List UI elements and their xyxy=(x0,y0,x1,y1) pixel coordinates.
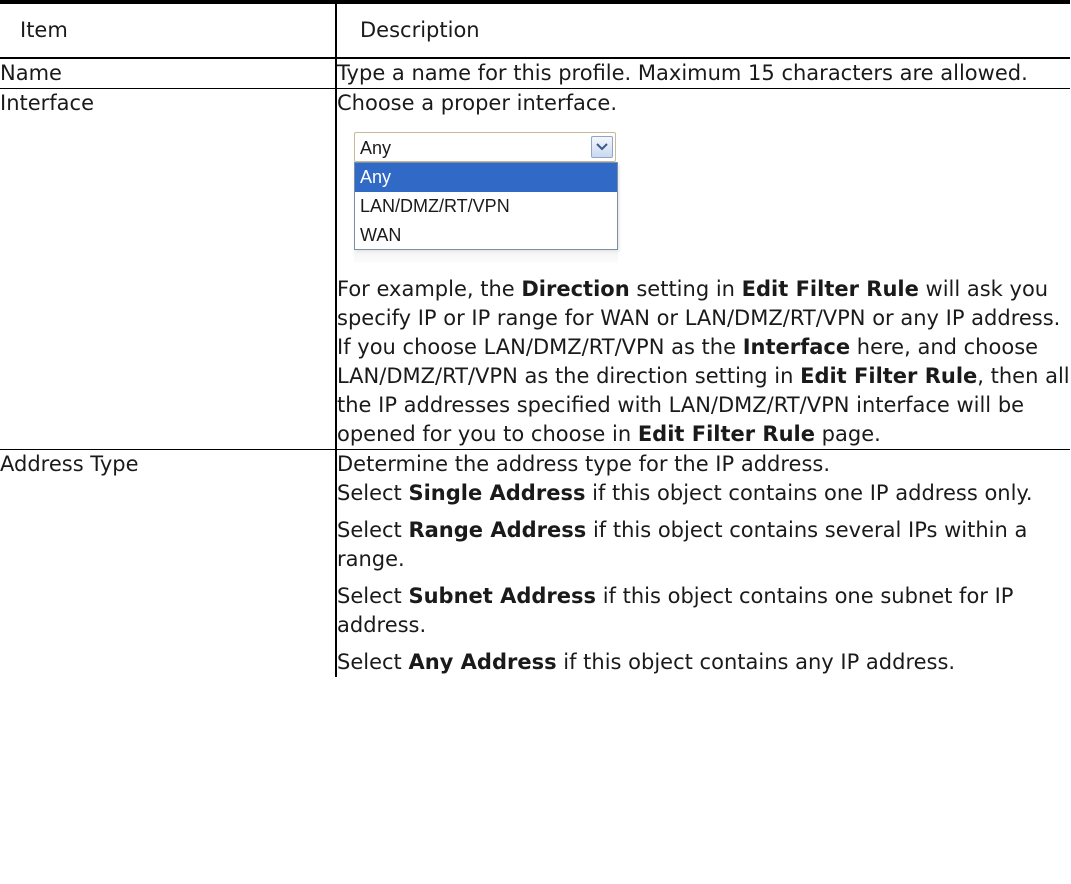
option-any[interactable]: Any xyxy=(355,163,617,192)
text-part: setting in xyxy=(629,277,742,301)
subnet-address-text: Select Subnet Address if this object con… xyxy=(337,582,1070,640)
table-row-address-type: Address Type Determine the address type … xyxy=(0,449,1070,677)
bold-term: Interface xyxy=(742,335,851,359)
table-header: Item Description xyxy=(0,0,1070,59)
interface-options-list: Any LAN/DMZ/RT/VPN WAN xyxy=(354,162,618,250)
name-description: Type a name for this profile. Maximum 15… xyxy=(337,61,1028,85)
item-interface: Interface xyxy=(0,88,336,450)
desc-name: Type a name for this profile. Maximum 15… xyxy=(335,58,1070,89)
header-item: Item xyxy=(0,0,336,59)
table-row-name: Name Type a name for this profile. Maxim… xyxy=(0,58,1070,89)
text-part: Select xyxy=(337,650,409,674)
text-part: page. xyxy=(815,422,881,446)
text-part: Select xyxy=(337,518,409,542)
dropdown-shadow xyxy=(354,251,618,263)
bold-term: Edit Filter Rule xyxy=(741,277,919,301)
interface-example: For example, the Direction setting in Ed… xyxy=(337,275,1070,449)
option-lan-dmz-rt-vpn[interactable]: LAN/DMZ/RT/VPN xyxy=(355,192,617,221)
bold-term: Edit Filter Rule xyxy=(800,364,978,388)
table-row-interface: Interface Choose a proper interface. Any… xyxy=(0,88,1070,450)
bold-term: Direction xyxy=(521,277,630,301)
interface-select[interactable]: Any xyxy=(354,132,616,162)
text-part: Select xyxy=(337,481,409,505)
bold-term: Range Address xyxy=(408,518,587,542)
item-address-type: Address Type xyxy=(0,452,139,476)
single-address-text: Select Single Address if this object con… xyxy=(337,479,1070,508)
any-address-text: Select Any Address if this object contai… xyxy=(337,648,1070,677)
header-description: Description xyxy=(335,0,1070,59)
address-intro: Determine the address type for the IP ad… xyxy=(337,452,831,476)
text-part: For example, the xyxy=(337,277,522,301)
bold-term: Any Address xyxy=(408,650,557,674)
range-address-text: Select Range Address if this object cont… xyxy=(337,516,1070,574)
desc-interface: Choose a proper interface. Any Any LAN/D… xyxy=(335,88,1070,450)
text-part: Select xyxy=(337,584,409,608)
description-table: Item Description Name Type a name for th… xyxy=(0,0,1070,677)
text-part: if this object contains any IP address. xyxy=(556,650,956,674)
item-name: Name xyxy=(0,58,336,89)
option-wan[interactable]: WAN xyxy=(355,221,617,250)
desc-address-type: Determine the address type for the IP ad… xyxy=(335,449,1070,677)
bold-term: Edit Filter Rule xyxy=(637,422,815,446)
interface-select-value: Any xyxy=(360,138,392,158)
interface-intro: Choose a proper interface. xyxy=(337,91,617,115)
dropdown-arrow-icon[interactable] xyxy=(591,136,613,158)
interface-dropdown-screenshot: Any Any LAN/DMZ/RT/VPN WAN xyxy=(354,132,624,265)
bold-term: Single Address xyxy=(408,481,586,505)
text-part: if this object contains one IP address o… xyxy=(585,481,1033,505)
bold-term: Subnet Address xyxy=(408,584,597,608)
